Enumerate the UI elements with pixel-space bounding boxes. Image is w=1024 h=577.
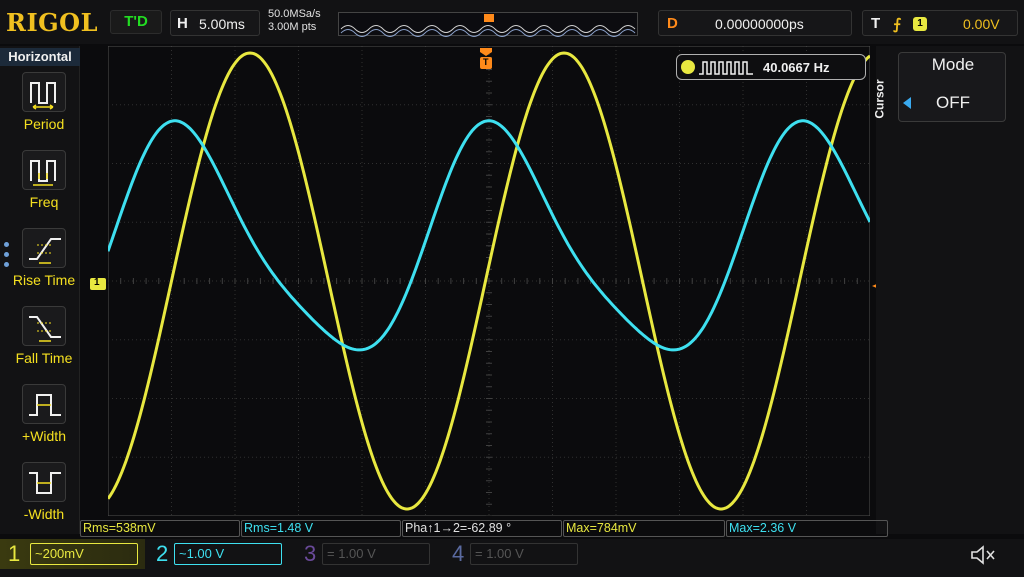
- measurement-ch2-rms[interactable]: Rms=1.48 V: [241, 520, 401, 537]
- channel-3-tab[interactable]: 3 = 1.00 V: [296, 539, 436, 569]
- channel-scale: = 1.00 V: [322, 543, 430, 565]
- channel-4-tab[interactable]: 4 = 1.00 V: [444, 539, 584, 569]
- counter-channel-badge: [681, 60, 695, 74]
- menu-item-label: Fall Time: [15, 350, 73, 366]
- menu-item-label: +Width: [22, 428, 66, 444]
- mode-value: OFF: [936, 93, 970, 112]
- channel-scale: ~1.00 V: [174, 543, 282, 565]
- measurement-ch1-rms[interactable]: Rms=538mV: [80, 520, 240, 537]
- measurement-ch2-max[interactable]: Max=2.36 V: [726, 520, 888, 537]
- menu-item-positive-width[interactable]: +Width: [0, 384, 80, 462]
- channel-2-tab[interactable]: 2 ~1.00 V: [148, 539, 288, 569]
- top-status-bar: RIGOL T'D H 5.00ms 50.0MSa/s 3.00M pts D…: [0, 0, 1024, 44]
- channel-number: 2: [156, 541, 169, 566]
- menu-item-label: -Width: [23, 506, 65, 522]
- cursor-mode-button[interactable]: Mode OFF: [898, 52, 1006, 122]
- frequency-value: 40.0667 Hz: [763, 60, 830, 75]
- channel-status-bar: 1 ~200mV 2 ~1.00 V 3 = 1.00 V 4 = 1.00 V: [0, 539, 1024, 577]
- menu-item-freq[interactable]: Freq: [0, 150, 80, 228]
- run-state-badge[interactable]: T'D: [110, 10, 162, 34]
- delay-label: D: [667, 15, 678, 32]
- channel-number: 4: [452, 541, 465, 566]
- channel-number: 1: [8, 541, 21, 566]
- rise-time-icon[interactable]: [22, 228, 66, 268]
- waveform-canvas: [106, 45, 872, 517]
- channel-1-tab[interactable]: 1 ~200mV: [0, 539, 145, 569]
- channel-1-ground-marker[interactable]: 1: [90, 277, 106, 290]
- menu-item-fall-time[interactable]: Fall Time: [0, 306, 80, 384]
- positive-width-icon[interactable]: [22, 384, 66, 424]
- channel-scale: ~200mV: [30, 543, 138, 565]
- menu-item-label: Freq: [29, 194, 59, 210]
- horizontal-measure-menu: Horizontal Period Freq Rise Time Fall Ti…: [0, 46, 80, 534]
- trigger-label: T: [871, 15, 881, 32]
- sample-rate: 50.0MSa/s: [268, 8, 321, 20]
- memory-overview-bar[interactable]: [338, 12, 638, 37]
- acquisition-info: 50.0MSa/s 3.00M pts: [268, 8, 321, 34]
- ch1-marker-label: 1: [94, 277, 100, 288]
- trigger-level: 0.00V: [963, 16, 1000, 32]
- frequency-icon[interactable]: [22, 150, 66, 190]
- trigger-box[interactable]: T ⨍ 1 0.00V: [862, 10, 1018, 36]
- menu-item-label: Rise Time: [12, 272, 76, 288]
- mode-label: Mode: [931, 55, 975, 74]
- rising-edge-icon: ⨍: [893, 16, 902, 33]
- trigger-position-marker: T: [480, 48, 492, 70]
- period-icon[interactable]: [22, 72, 66, 112]
- channel-2-trace: [106, 119, 872, 352]
- speaker-mute-icon[interactable]: [968, 543, 998, 567]
- delay-value: 0.00000000ps: [715, 16, 804, 32]
- measurement-phase[interactable]: Pha↑1→2=-62.89 °: [402, 520, 562, 537]
- memory-waveform-overview: [340, 14, 636, 37]
- negative-width-icon[interactable]: [22, 462, 66, 502]
- brand-logo: RIGOL: [6, 8, 98, 37]
- timebase-box[interactable]: H 5.00ms: [170, 10, 260, 36]
- timebase-label: H: [177, 15, 188, 32]
- menu-item-negative-width[interactable]: -Width: [0, 462, 80, 540]
- fall-time-icon[interactable]: [22, 306, 66, 346]
- menu-title: Horizontal: [0, 48, 80, 66]
- trigger-position-marker: [484, 14, 494, 22]
- trigger-source-badge: 1: [913, 17, 927, 31]
- measurement-ch1-max[interactable]: Max=784mV: [563, 520, 725, 537]
- oscilloscope-screen: RIGOL T'D H 5.00ms 50.0MSa/s 3.00M pts D…: [0, 0, 1024, 577]
- timebase-value: 5.00ms: [199, 16, 245, 32]
- menu-item-rise-time[interactable]: Rise Time: [0, 228, 80, 306]
- waveform-display[interactable]: [106, 45, 872, 517]
- menu-item-period[interactable]: Period: [0, 72, 80, 150]
- menu-item-label: Period: [23, 116, 65, 132]
- channel-scale: = 1.00 V: [470, 543, 578, 565]
- trigger-marker-label: T: [483, 57, 489, 67]
- memory-depth: 3.00M pts: [268, 21, 317, 33]
- pulse-train-icon: [699, 61, 753, 75]
- frequency-counter[interactable]: 40.0667 Hz: [676, 54, 866, 80]
- delay-box[interactable]: D 0.00000000ps: [658, 10, 852, 36]
- graticule: [107, 45, 871, 517]
- channel-number: 3: [304, 541, 317, 566]
